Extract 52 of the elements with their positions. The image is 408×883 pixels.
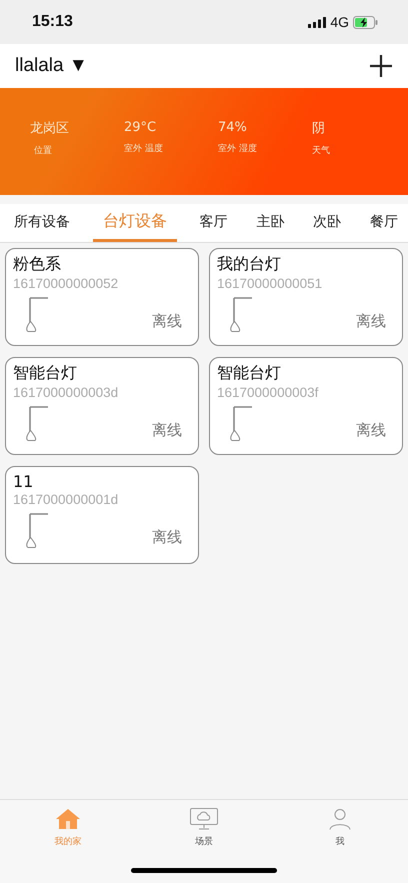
house-icon bbox=[55, 808, 81, 830]
device-card[interactable]: 智能台灯 1617000000003f 离线 bbox=[209, 357, 403, 455]
device-card[interactable]: 智能台灯 1617000000003d 离线 bbox=[5, 357, 199, 455]
weather-label: 天气 bbox=[312, 144, 331, 156]
device-name: 我的台灯 bbox=[217, 254, 282, 275]
device-status: 离线 bbox=[356, 421, 386, 440]
nav-label: 我 bbox=[336, 836, 344, 848]
category-tab[interactable]: 餐厅 bbox=[364, 204, 404, 242]
network-label: 4G bbox=[330, 14, 349, 30]
weather-value: 龙岗区 bbox=[30, 120, 70, 136]
nav-tab[interactable]: 我 bbox=[300, 800, 380, 850]
device-status: 离线 bbox=[152, 528, 182, 547]
signal-icon bbox=[308, 16, 326, 28]
category-tab[interactable]: 主卧 bbox=[250, 204, 290, 242]
device-status: 离线 bbox=[152, 312, 182, 331]
weather-value: 29°C bbox=[124, 120, 158, 135]
category-tab[interactable]: 客厅 bbox=[194, 204, 234, 242]
device-id: 16170000000051 bbox=[217, 276, 324, 291]
device-id: 1617000000003d bbox=[13, 385, 120, 400]
category-tab[interactable]: 次卧 bbox=[307, 204, 348, 242]
weather-value: 74% bbox=[218, 120, 248, 135]
device-name: 智能台灯 bbox=[13, 363, 78, 384]
weather-label: 室外 温度 bbox=[124, 142, 164, 155]
add-icon[interactable] bbox=[369, 54, 393, 78]
device-name: 智能台灯 bbox=[217, 363, 282, 384]
device-status: 离线 bbox=[152, 421, 182, 440]
weather-value: 阴 bbox=[312, 120, 326, 136]
desk-lamp-icon bbox=[26, 512, 50, 549]
nav-label: 场景 bbox=[195, 836, 213, 848]
nav-tab[interactable]: 场景 bbox=[164, 800, 244, 850]
device-id: 16170000000052 bbox=[13, 276, 120, 291]
device-name: 粉色系 bbox=[13, 254, 62, 275]
device-status: 离线 bbox=[356, 312, 386, 331]
desk-lamp-icon bbox=[26, 296, 50, 333]
weather-label: 位置 bbox=[33, 144, 53, 156]
device-card[interactable]: 粉色系 16170000000052 离线 bbox=[5, 248, 199, 346]
battery-charging-icon bbox=[353, 16, 378, 28]
status-time: 15:13 bbox=[32, 13, 73, 31]
desk-lamp-icon bbox=[26, 405, 50, 442]
category-tab[interactable]: 所有设备 bbox=[8, 204, 76, 242]
monitor-cloud-icon bbox=[190, 808, 218, 830]
device-name: 11 bbox=[13, 472, 34, 491]
person-icon bbox=[329, 808, 351, 830]
home-selector[interactable]: llalala ▼ bbox=[15, 55, 88, 77]
device-id: 1617000000003f bbox=[217, 385, 320, 400]
weather-label: 室外 湿度 bbox=[218, 142, 258, 155]
desk-lamp-icon bbox=[230, 405, 254, 442]
nav-label: 我的家 bbox=[54, 836, 82, 848]
device-card[interactable]: 我的台灯 16170000000051 离线 bbox=[209, 248, 403, 346]
device-id: 1617000000001d bbox=[13, 492, 120, 507]
device-card[interactable]: 11 1617000000001d 离线 bbox=[5, 466, 199, 564]
desk-lamp-icon bbox=[230, 296, 254, 333]
